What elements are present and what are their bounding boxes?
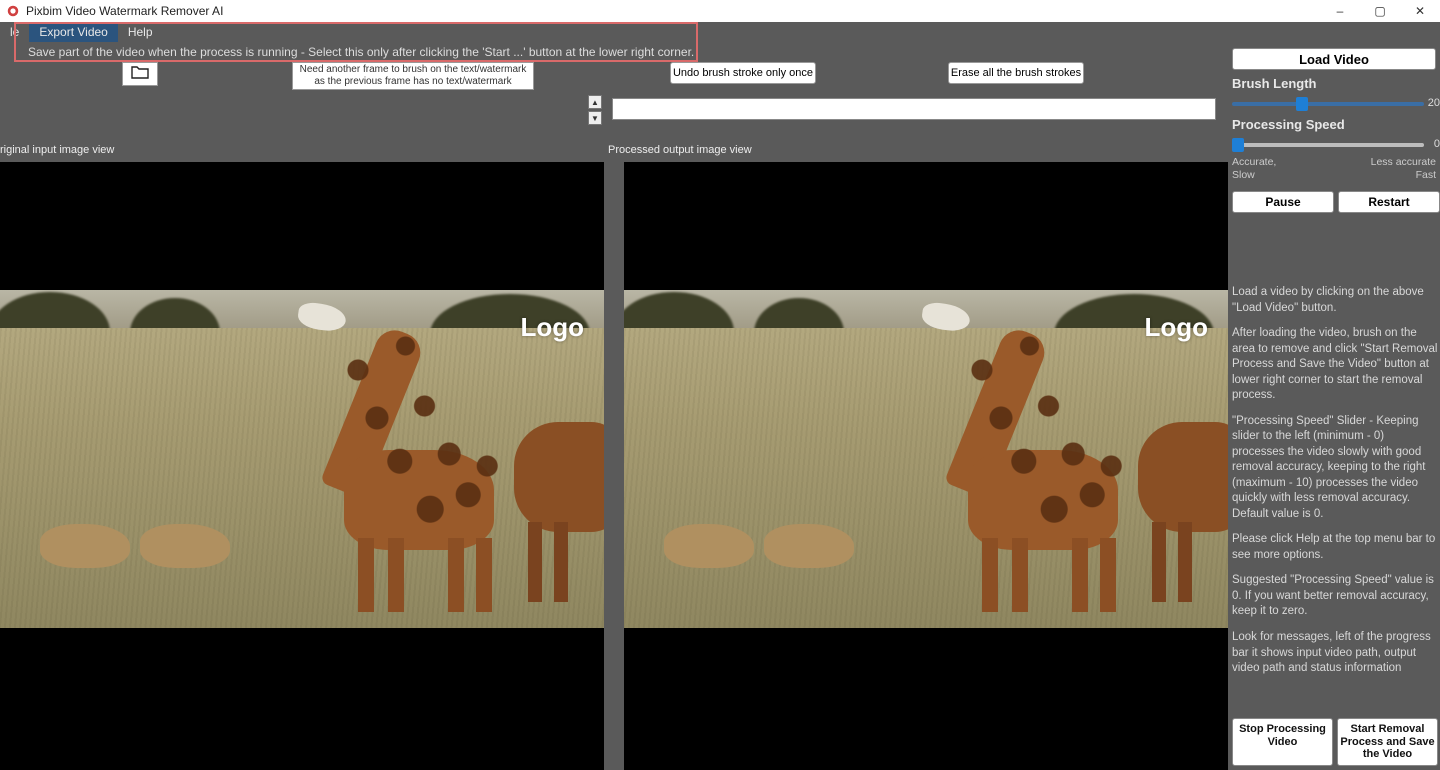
menu-help[interactable]: Help: [118, 22, 163, 42]
view-labels: riginal input image view Processed outpu…: [0, 144, 1228, 162]
processing-speed-slider[interactable]: 0: [1232, 136, 1440, 154]
menu-file[interactable]: le: [0, 22, 29, 42]
canvas-area: Logo Logo: [0, 162, 1228, 770]
instructions-text: Load a video by clicking on the above "L…: [1232, 285, 1440, 676]
app-logo-icon: [6, 4, 20, 18]
titlebar: Pixbim Video Watermark Remover AI – ▢ ✕: [0, 0, 1440, 22]
processing-speed-max: 0: [1434, 138, 1440, 150]
top-toolbar: Need another frame to brush on the text/…: [0, 62, 1440, 98]
start-removal-button[interactable]: Start Removal Process and Save the Video: [1337, 718, 1438, 766]
instructions-p5: Suggested "Processing Speed" value is 0.…: [1232, 573, 1438, 620]
menubar: le Export Video Help: [0, 22, 1440, 42]
brush-length-max: 20: [1428, 97, 1440, 109]
frame-down-button[interactable]: ▼: [588, 111, 602, 125]
instructions-p1: Load a video by clicking on the above "L…: [1232, 285, 1438, 316]
restart-button[interactable]: Restart: [1338, 191, 1440, 213]
window-close-button[interactable]: ✕: [1400, 0, 1440, 22]
instructions-p2: After loading the video, brush on the ar…: [1232, 326, 1438, 404]
instructions-p6: Look for messages, left of the progress …: [1232, 630, 1438, 677]
menu-export-video[interactable]: Export Video: [29, 22, 118, 42]
erase-brush-button[interactable]: Erase all the brush strokes: [948, 62, 1084, 84]
side-panel: Load Video Brush Length 20 Processing Sp…: [1228, 44, 1440, 770]
need-another-frame-button[interactable]: Need another frame to brush on the text/…: [292, 62, 534, 90]
brush-length-thumb[interactable]: [1296, 97, 1308, 111]
undo-brush-button[interactable]: Undo brush stroke only once: [670, 62, 816, 84]
window-maximize-button[interactable]: ▢: [1360, 0, 1400, 22]
brush-length-slider[interactable]: 20: [1232, 95, 1440, 113]
load-video-button[interactable]: Load Video: [1232, 48, 1436, 70]
processed-canvas[interactable]: Logo: [624, 162, 1228, 770]
speed-hint-right-b: Fast: [1416, 169, 1436, 181]
watermark-logo-text: Logo: [1144, 312, 1208, 343]
speed-hint-right-a: Less accurate: [1371, 156, 1436, 168]
processing-speed-hints: Accurate, Slow Less accurate Fast: [1232, 156, 1436, 181]
open-folder-button[interactable]: [122, 62, 158, 86]
path-input[interactable]: [612, 98, 1216, 120]
watermark-logo-text: Logo: [520, 312, 584, 343]
stop-processing-button[interactable]: Stop Processing Video: [1232, 718, 1333, 766]
brush-length-label: Brush Length: [1232, 76, 1440, 91]
original-view-label: riginal input image view: [0, 144, 114, 156]
speed-hint-left-b: Slow: [1232, 169, 1255, 181]
pause-button[interactable]: Pause: [1232, 191, 1334, 213]
window-title: Pixbim Video Watermark Remover AI: [26, 4, 223, 18]
processing-speed-thumb[interactable]: [1232, 138, 1244, 152]
instructions-p4: Please click Help at the top menu bar to…: [1232, 532, 1438, 563]
frame-stepper: ▲ ▼: [588, 95, 604, 127]
processing-speed-label: Processing Speed: [1232, 117, 1440, 132]
folder-icon: [131, 65, 149, 84]
processed-view-label: Processed output image view: [608, 144, 752, 156]
original-canvas[interactable]: Logo: [0, 162, 604, 770]
speed-hint-left-a: Accurate,: [1232, 156, 1276, 168]
frame-up-button[interactable]: ▲: [588, 95, 602, 109]
menu-tooltip: Save part of the video when the process …: [0, 42, 1440, 62]
instructions-p3: "Processing Speed" Slider - Keeping slid…: [1232, 414, 1438, 523]
window-minimize-button[interactable]: –: [1320, 0, 1360, 22]
